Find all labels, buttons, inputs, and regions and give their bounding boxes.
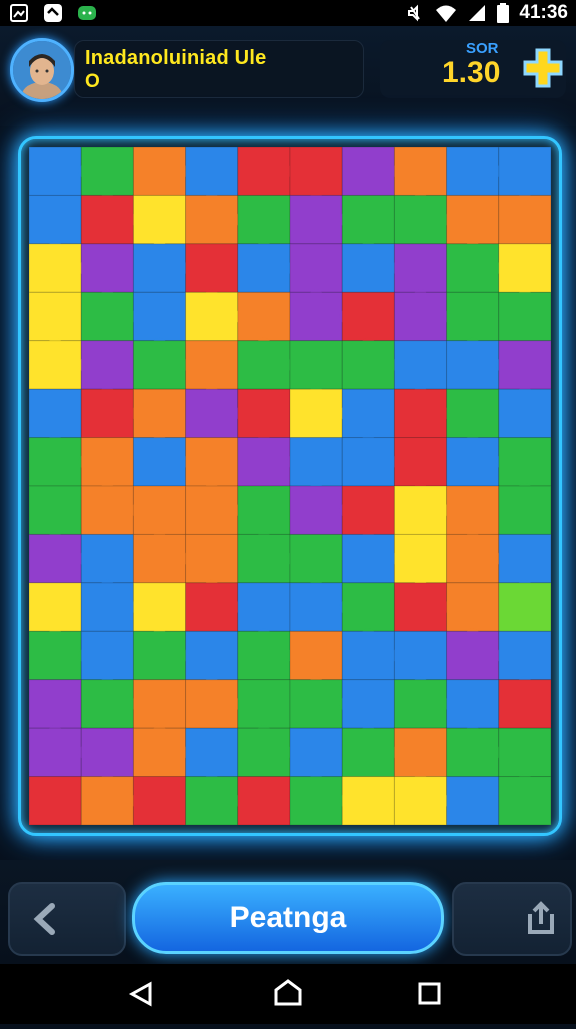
game-header: Inadanoluiniad Ule O SOR 1.30	[0, 26, 576, 126]
home-icon[interactable]	[274, 979, 302, 1006]
signal-icon	[469, 5, 486, 21]
share-button[interactable]	[452, 882, 572, 956]
puzzle-grid[interactable]	[29, 147, 551, 825]
android-navigation-bar	[0, 964, 576, 1024]
clock: 41:36	[519, 2, 568, 23]
player-avatar[interactable]	[10, 38, 74, 102]
wifi-icon	[436, 5, 457, 22]
system-indicators: 41:36	[405, 0, 568, 26]
add-plus-icon[interactable]	[521, 46, 565, 90]
level-title-panel: Inadanoluiniad Ule O	[74, 40, 364, 98]
score-label: SOR	[466, 40, 499, 57]
puzzle-board[interactable]	[18, 136, 562, 836]
gallery-icon	[8, 2, 30, 24]
back-button[interactable]	[8, 882, 126, 956]
share-icon	[528, 901, 554, 934]
main-action-button[interactable]: Peatnga	[132, 882, 444, 954]
status-bar: 41:36	[0, 0, 576, 26]
mute-icon	[408, 4, 421, 22]
score-panel: SOR 1.30	[380, 40, 566, 98]
level-title: Inadanoluiniad Ule	[85, 47, 267, 69]
level-subtitle: O	[85, 71, 100, 92]
notification-icons	[8, 2, 98, 24]
score-value: 1.30	[442, 56, 501, 89]
recents-icon[interactable]	[418, 982, 441, 1005]
bottom-controls: Peatnga	[0, 860, 576, 964]
board-gloss	[29, 147, 551, 825]
chevron-left-icon	[33, 903, 55, 935]
battery-icon	[497, 3, 510, 23]
back-triangle-icon[interactable]	[128, 981, 152, 1007]
app-icon	[42, 2, 64, 24]
chat-icon	[76, 2, 98, 24]
